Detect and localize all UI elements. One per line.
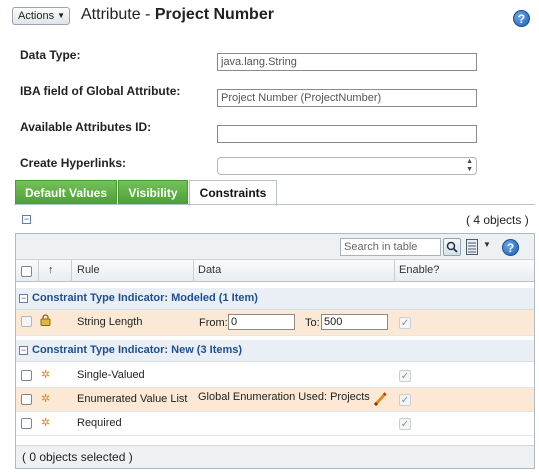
collapse-icon[interactable]: −	[22, 215, 31, 224]
data-type-field[interactable]: java.lang.String	[217, 53, 477, 71]
iba-field-label: IBA field of Global Attribute:	[20, 84, 181, 98]
rule-name: String Length	[77, 316, 143, 328]
table-view-icon[interactable]	[466, 239, 478, 255]
tab-default-values[interactable]: Default Values	[15, 180, 117, 205]
table-row[interactable]: ✲ Single-Valued ✓	[16, 364, 534, 388]
object-count: ( 4 objects )	[466, 213, 529, 227]
to-input[interactable]: 500	[321, 314, 388, 330]
create-hyperlinks-label: Create Hyperlinks:	[20, 156, 127, 170]
column-separator	[193, 260, 194, 282]
column-header-sort[interactable]: ↑	[48, 264, 54, 276]
chevron-down-icon: ▼	[57, 11, 65, 20]
row-checkbox[interactable]	[21, 316, 32, 327]
actions-label: Actions	[18, 10, 55, 22]
data-value: Global Enumeration Used: Projects	[198, 391, 370, 403]
table-row[interactable]: String Length From: 0 To: 500 ✓	[16, 310, 534, 336]
column-separator	[38, 260, 39, 282]
enable-checkbox[interactable]: ✓	[399, 394, 411, 406]
available-attributes-id-label: Available Attributes ID:	[20, 120, 152, 134]
table-row[interactable]: ✲ Required ✓	[16, 412, 534, 436]
tab-visibility[interactable]: Visibility	[118, 180, 188, 205]
from-input[interactable]: 0	[228, 314, 295, 330]
group-title: Constraint Type Indicator: New (3 Items)	[32, 344, 243, 356]
enable-checkbox[interactable]: ✓	[399, 370, 411, 382]
row-checkbox[interactable]	[21, 394, 32, 405]
group-row-modeled[interactable]: − Constraint Type Indicator: Modeled (1 …	[16, 288, 534, 310]
new-star-icon: ✲	[41, 393, 51, 405]
collapse-icon[interactable]: −	[19, 294, 28, 303]
help-icon[interactable]: ?	[513, 10, 530, 27]
search-icon[interactable]	[443, 238, 461, 256]
page-title: Attribute - Project Number	[81, 6, 274, 24]
data-type-label: Data Type:	[20, 48, 81, 62]
tab-constraints[interactable]: Constraints	[189, 180, 277, 206]
select-arrows-icon: ▲ ▼	[466, 158, 473, 173]
chevron-down-icon[interactable]: ▼	[483, 240, 491, 249]
rule-name: Single-Valued	[77, 369, 145, 381]
to-label: To:	[305, 317, 320, 329]
page-title-prefix: Attribute -	[81, 6, 155, 23]
group-row-new[interactable]: − Constraint Type Indicator: New (3 Item…	[16, 340, 534, 362]
lock-icon	[40, 314, 51, 326]
tab-divider	[14, 204, 535, 205]
rule-name: Enumerated Value List	[77, 393, 188, 405]
column-header-enable[interactable]: Enable?	[399, 264, 439, 276]
table-help-icon[interactable]: ?	[502, 239, 519, 256]
column-header-rule[interactable]: Rule	[77, 264, 100, 276]
table-row[interactable]: ✲ Enumerated Value List Global Enumerati…	[16, 388, 534, 412]
collapse-icon[interactable]: −	[19, 346, 28, 355]
column-separator	[71, 260, 72, 282]
group-title: Constraint Type Indicator: Modeled (1 It…	[32, 292, 258, 304]
enable-checkbox[interactable]: ✓	[399, 317, 411, 329]
row-checkbox[interactable]	[21, 418, 32, 429]
new-star-icon: ✲	[41, 369, 51, 381]
pencil-edit-icon[interactable]	[373, 391, 387, 407]
selection-status: ( 0 objects selected )	[22, 450, 133, 464]
table-footer: ( 0 objects selected )	[16, 445, 534, 468]
select-all-checkbox[interactable]	[21, 266, 32, 277]
new-star-icon: ✲	[41, 417, 51, 429]
table-search-input[interactable]: Search in table	[340, 238, 441, 256]
rule-name: Required	[77, 417, 122, 429]
page-title-name: Project Number	[154, 6, 274, 23]
create-hyperlinks-select[interactable]: ▲ ▼	[217, 157, 477, 175]
from-label: From:	[199, 317, 228, 329]
column-separator	[394, 260, 395, 282]
actions-menu-button[interactable]: Actions ▼	[12, 7, 70, 25]
available-attributes-id-input[interactable]	[217, 125, 477, 143]
column-header-data[interactable]: Data	[198, 264, 221, 276]
enable-checkbox[interactable]: ✓	[399, 418, 411, 430]
row-checkbox[interactable]	[21, 370, 32, 381]
iba-field-input[interactable]: Project Number (ProjectNumber)	[217, 89, 477, 107]
